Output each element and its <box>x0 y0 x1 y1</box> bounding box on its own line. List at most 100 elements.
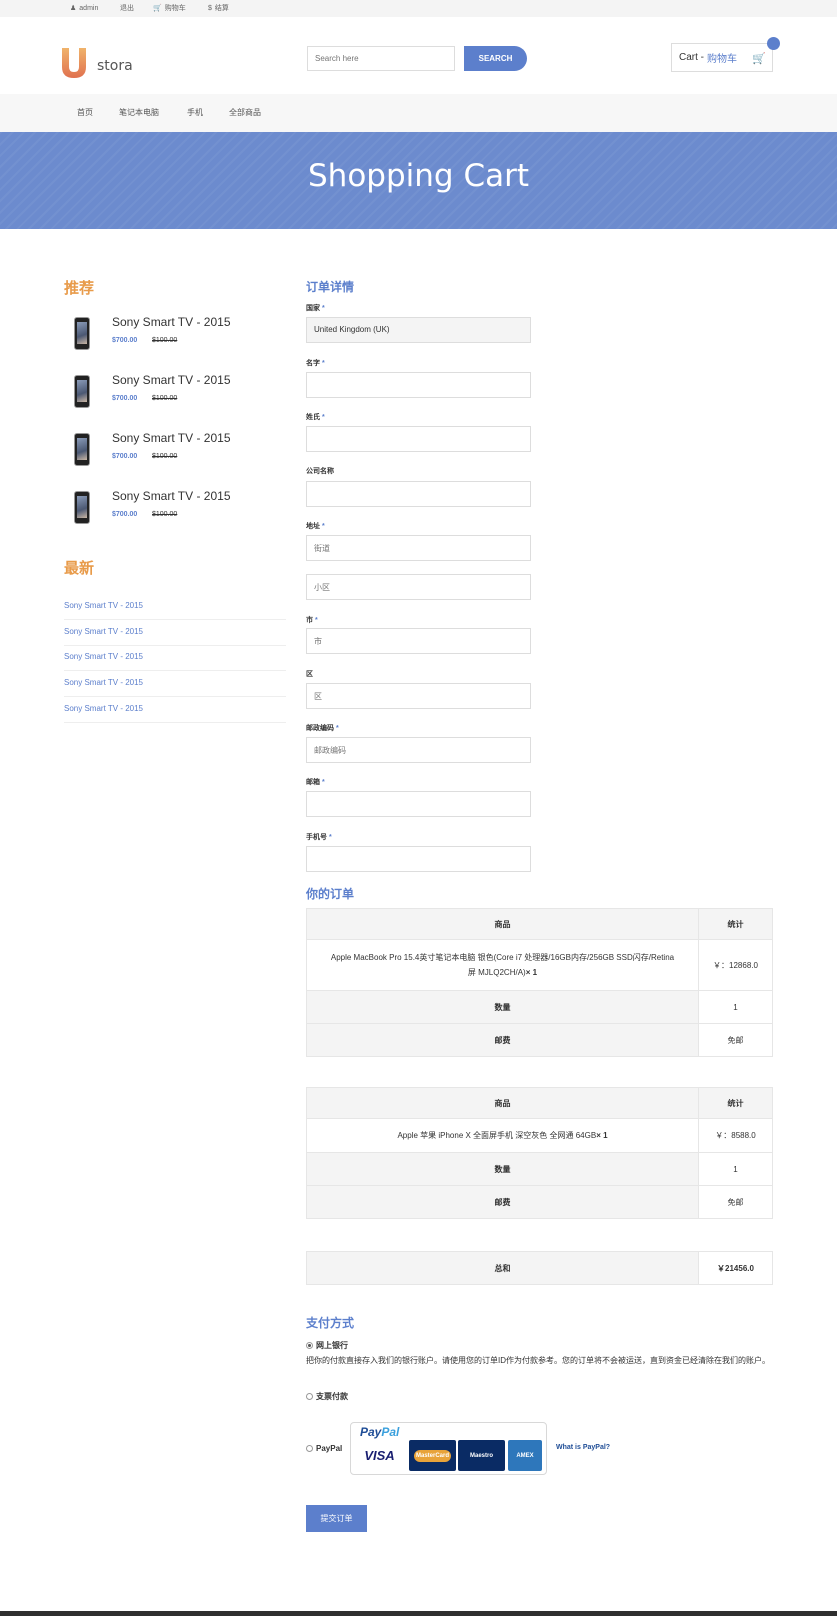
phone-input[interactable] <box>306 846 531 872</box>
topbar-checkout-link[interactable]: $ 结算 <box>208 0 229 17</box>
quantity-value: 1 <box>698 990 773 1024</box>
what-is-paypal-link[interactable]: What is PayPal? <box>556 1444 610 1451</box>
district-input[interactable] <box>306 574 531 600</box>
order-details-heading: 订单详情 <box>306 280 355 294</box>
visa-card-icon: VISA <box>356 1440 403 1471</box>
zip-input[interactable] <box>306 737 531 763</box>
page-title: Shopping Cart <box>308 158 529 194</box>
latest-heading: 最新 <box>64 560 95 577</box>
product-name[interactable]: Sony Smart TV - 2015 <box>112 431 231 445</box>
nav-item-phones[interactable]: 手机 <box>187 94 203 132</box>
last-name-label: 姓氏 * <box>306 414 325 421</box>
submit-order-button[interactable]: 提交订单 <box>306 1505 367 1532</box>
order-item-total: ￥：8588.0 <box>698 1118 773 1153</box>
last-name-input[interactable] <box>306 426 531 452</box>
logo-icon[interactable] <box>62 48 86 78</box>
recommend-heading: 推荐 <box>64 280 95 297</box>
paypal-logo: PayPal <box>360 1425 400 1439</box>
paypal-acceptance-mark[interactable]: PayPal VISA MasterCard Maestro AMEX <box>350 1422 547 1475</box>
product-name[interactable]: Sony Smart TV - 2015 <box>112 489 231 503</box>
latest-item[interactable]: Sony Smart TV - 2015 <box>64 697 286 723</box>
table-header-row: 商品 统计 <box>306 1087 773 1119</box>
nav-item-home[interactable]: 首页 <box>77 94 93 132</box>
payment-option-paypal[interactable]: PayPal <box>306 1444 342 1453</box>
user-icon: ♟ <box>70 5 77 12</box>
radio-bank[interactable] <box>306 1342 313 1349</box>
phone-label: 手机号 * <box>306 834 332 841</box>
payment-option-cheque[interactable]: 支票付款 <box>306 1391 348 1402</box>
page-bottom-bar <box>0 1611 837 1616</box>
maestro-card-icon: Maestro <box>458 1440 505 1471</box>
topbar-account-link[interactable]: ♟ admin <box>70 0 98 17</box>
your-order-heading: 你的订单 <box>306 887 355 901</box>
product-thumbnail[interactable] <box>64 313 100 353</box>
table-row: 邮费 免邮 <box>306 1185 773 1219</box>
bank-description: 把你的付款直接存入我们的银行账户。请使用您的订单ID作为付款参考。您的订单将不会… <box>306 1356 770 1365</box>
column-header-total: 统计 <box>698 908 773 940</box>
quantity-label: 数量 <box>306 1152 699 1186</box>
shipping-label: 邮费 <box>306 1023 699 1057</box>
nav-item-laptops[interactable]: 笔记本电脑 <box>119 94 159 132</box>
product-name[interactable]: Sony Smart TV - 2015 <box>112 373 231 387</box>
latest-item[interactable]: Sony Smart TV - 2015 <box>64 645 286 671</box>
area-input[interactable] <box>306 683 531 709</box>
topbar-logout-link[interactable]: 退出 <box>120 0 134 17</box>
order-item-total: ￥：12868.0 <box>698 939 773 991</box>
amex-card-icon: AMEX <box>508 1440 542 1471</box>
first-name-label: 名字 * <box>306 360 325 367</box>
product-thumbnail[interactable] <box>64 429 100 469</box>
table-row: Apple MacBook Pro 15.4英寸笔记本电脑 银色(Core i7… <box>306 939 773 991</box>
header-cart-button[interactable]: Cart - 购物车 🛒 <box>671 43 773 72</box>
product-price: $700.00 <box>112 453 138 460</box>
shipping-value: 免邮 <box>698 1185 773 1219</box>
product-price: $700.00 <box>112 337 138 344</box>
sum-value: ￥21456.0 <box>698 1251 773 1285</box>
zip-label: 邮政编码 * <box>306 725 339 732</box>
city-input[interactable] <box>306 628 531 654</box>
dollar-icon: $ <box>208 5 212 12</box>
cart-label-cn: 购物车 <box>707 54 737 65</box>
company-input[interactable] <box>306 481 531 507</box>
product-name[interactable]: Sony Smart TV - 2015 <box>112 315 231 329</box>
sum-label: 总和 <box>306 1251 699 1285</box>
email-field[interactable] <box>306 791 531 817</box>
address-label: 地址 * <box>306 523 325 530</box>
column-header-product: 商品 <box>306 1087 699 1119</box>
product-old-price: $100.00 <box>152 337 178 344</box>
quantity-label: 数量 <box>306 990 699 1024</box>
shipping-value: 免邮 <box>698 1023 773 1057</box>
product-old-price: $100.00 <box>152 395 178 402</box>
order-item-name: Apple 苹果 iPhone X 全面屏手机 深空灰色 全网通 64GB× 1 <box>306 1118 699 1153</box>
first-name-input[interactable] <box>306 372 531 398</box>
street-input[interactable] <box>306 535 531 561</box>
payment-option-bank[interactable]: 网上银行 <box>306 1340 348 1351</box>
nav-item-all-products[interactable]: 全部商品 <box>229 94 261 132</box>
order-item-name: Apple MacBook Pro 15.4英寸笔记本电脑 银色(Core i7… <box>306 939 699 991</box>
country-label: 国家 * <box>306 305 325 312</box>
cart-icon: 🛒 <box>752 53 766 65</box>
mastercard-icon: MasterCard <box>409 1440 456 1471</box>
latest-item[interactable]: Sony Smart TV - 2015 <box>64 594 286 620</box>
search-button[interactable]: SEARCH <box>464 46 527 71</box>
latest-item[interactable]: Sony Smart TV - 2015 <box>64 620 286 646</box>
quantity-value: 1 <box>698 1152 773 1186</box>
country-select[interactable]: United Kingdom (UK) <box>306 317 531 343</box>
table-row: Apple 苹果 iPhone X 全面屏手机 深空灰色 全网通 64GB× 1… <box>306 1118 773 1153</box>
column-header-product: 商品 <box>306 908 699 940</box>
company-label: 公司名称 <box>306 468 334 475</box>
table-header-row: 商品 统计 <box>306 908 773 940</box>
logo-text: stora <box>97 58 133 74</box>
search-input[interactable] <box>307 46 455 71</box>
email-label: 邮箱 * <box>306 779 325 786</box>
table-row: 数量 1 <box>306 1152 773 1186</box>
latest-item[interactable]: Sony Smart TV - 2015 <box>64 671 286 697</box>
product-thumbnail[interactable] <box>64 487 100 527</box>
column-header-total: 统计 <box>698 1087 773 1119</box>
radio-cheque[interactable] <box>306 1393 313 1400</box>
product-old-price: $100.00 <box>152 453 178 460</box>
product-price: $700.00 <box>112 511 138 518</box>
radio-paypal[interactable] <box>306 1445 313 1452</box>
product-thumbnail[interactable] <box>64 371 100 411</box>
topbar-cart-link[interactable]: 🛒 购物车 <box>153 0 186 17</box>
table-row: 数量 1 <box>306 990 773 1024</box>
